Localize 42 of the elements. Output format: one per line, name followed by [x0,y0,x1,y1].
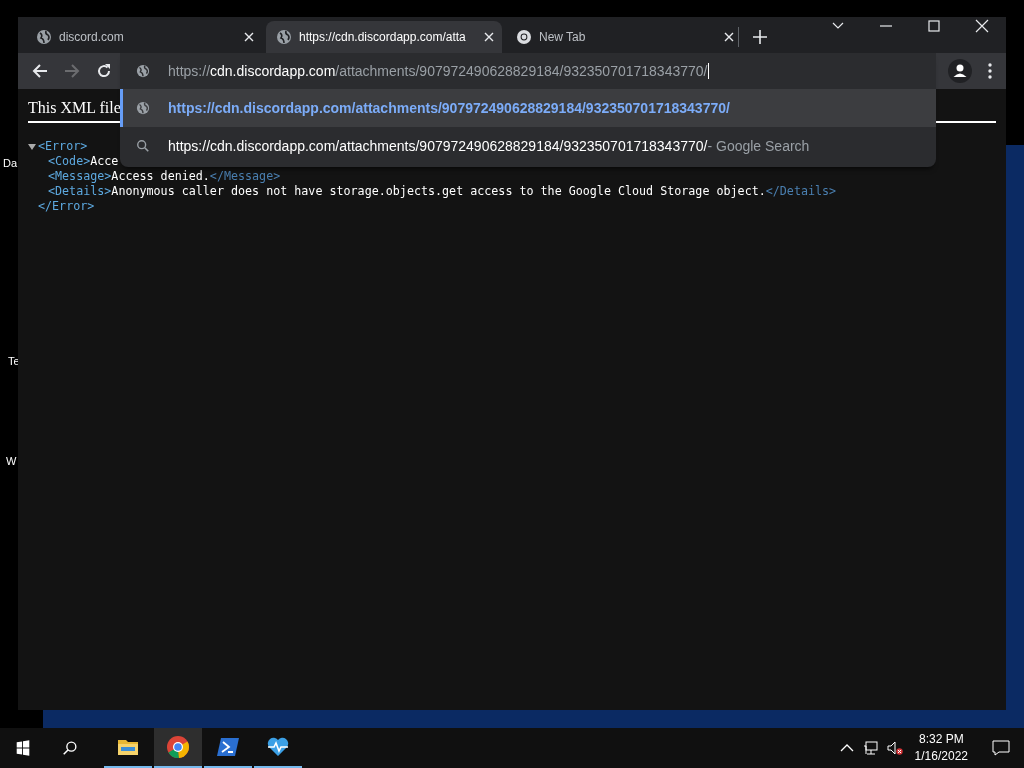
xml-element-line: <Details>Anonymous caller does not have storage.objects.get access to the Google Cloud Storage object.</Details> [47,184,838,199]
menu-icon[interactable] [988,63,992,79]
globe-icon [276,29,292,45]
tab-title: New Tab [539,30,587,44]
heart-pulse-icon [266,735,290,759]
search-icon [136,139,150,153]
desktop-icon-label: Da [3,157,18,169]
maximize-icon[interactable] [927,19,941,33]
xml-tag: </Error> [38,199,95,214]
browser-tab[interactable]: https://cdn.discordapp.com/atta [266,21,502,53]
xml-notice-text: This XML file [28,99,121,116]
notification-icon[interactable] [992,740,1010,756]
profile-icon[interactable] [948,59,972,83]
new-tab-icon[interactable] [753,30,767,44]
clock[interactable]: 8:32 PM 1/16/2022 [914,731,968,765]
xml-element-line: <Code>Acce [47,154,120,169]
back-icon[interactable] [32,63,48,79]
chrome-icon [166,735,190,759]
muted-speaker-icon[interactable] [886,740,903,756]
xml-tag: <Error> [38,139,88,154]
network-icon[interactable] [862,740,879,756]
close-tab-icon[interactable] [724,32,734,42]
suggestion-item[interactable]: https://cdn.discordapp.com/attachments/907972490628829184/932350701718343770/- Google Search [120,127,936,165]
collapse-triangle-icon[interactable] [28,142,36,151]
terminal-icon [216,735,240,759]
close-tab-icon[interactable] [484,32,494,42]
tab-title: discord.com [59,30,125,44]
tab-title: https://cdn.discordapp.com/atta [299,30,467,44]
browser-tab[interactable]: New Tab [506,21,742,53]
close-tab-icon[interactable] [244,32,254,42]
chrome-icon [516,29,532,45]
suggestion-item[interactable]: https://cdn.discordapp.com/attachments/907972490628829184/932350701718343770/ [120,89,936,127]
reload-icon[interactable] [96,63,112,79]
globe-icon [136,101,150,115]
close-icon[interactable] [975,19,989,33]
desktop-icon-label: W [6,455,17,467]
globe-icon [36,29,52,45]
address-field[interactable]: https://cdn.discordapp.com/attachments/907972490628829184/932350701718343770/ [120,53,936,89]
taskbar-app[interactable] [154,728,202,768]
xml-element-line: <Message>Access denied.</Message> [47,169,282,184]
globe-icon [136,64,150,78]
browser-tab[interactable]: discord.com [26,21,262,53]
